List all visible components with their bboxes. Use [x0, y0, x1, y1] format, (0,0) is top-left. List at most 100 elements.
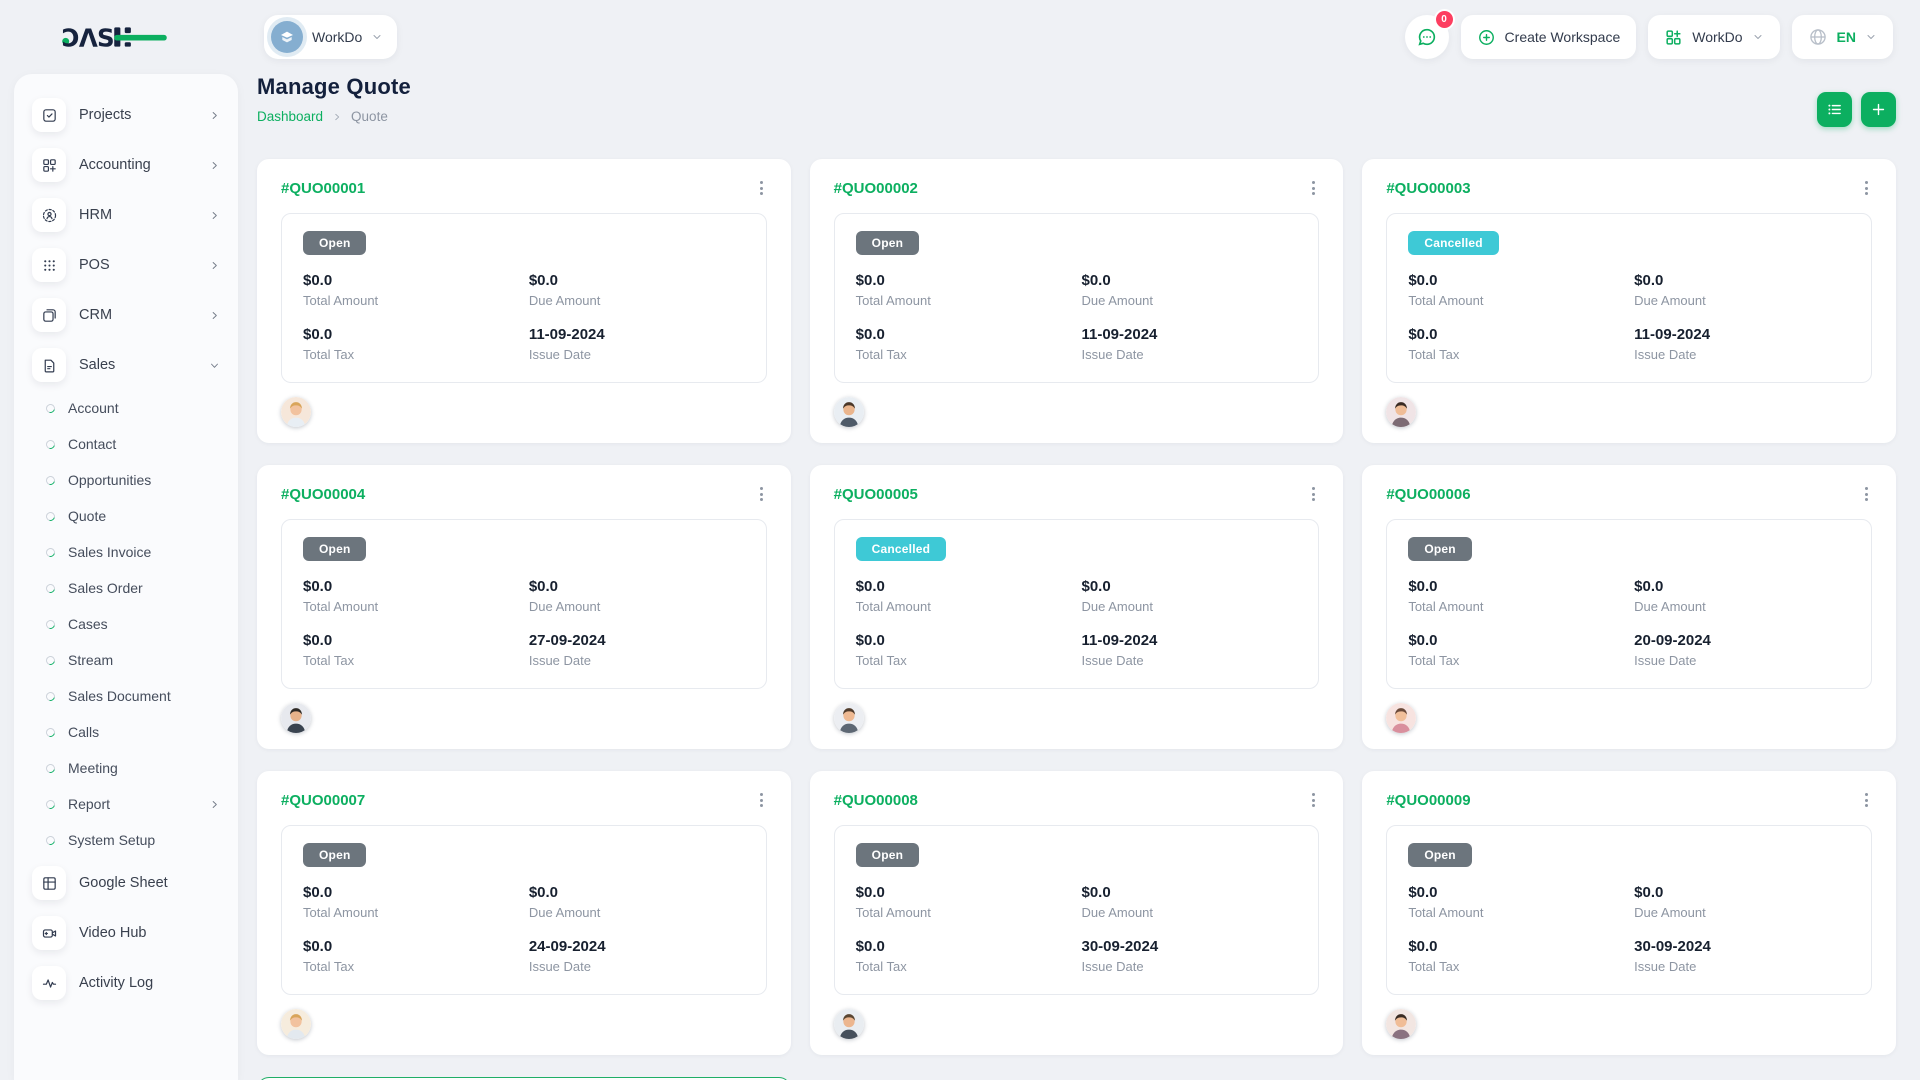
kebab-menu-icon[interactable] [1861, 483, 1872, 505]
workspace-selector[interactable]: WorkDo [264, 15, 397, 59]
sub-item-label: Meeting [68, 760, 220, 776]
sub-item-label: Sales Order [68, 580, 220, 596]
user-avatar[interactable] [834, 397, 864, 427]
module-icon [32, 966, 66, 1000]
language-code: EN [1837, 29, 1856, 45]
kebab-menu-icon[interactable] [756, 789, 767, 811]
sidebar-sub-item[interactable]: Quote [22, 498, 230, 534]
sub-item-label: System Setup [68, 832, 220, 848]
sidebar-sub-item[interactable]: Cases [22, 606, 230, 642]
user-avatar[interactable] [1386, 1009, 1416, 1039]
module-icon [32, 248, 66, 282]
sidebar-module-item[interactable]: Google Sheet [22, 858, 230, 908]
sidebar-module-item[interactable]: Activity Log [22, 958, 230, 1008]
chevron-down-icon [1865, 31, 1877, 43]
kebab-menu-icon[interactable] [756, 483, 767, 505]
kebab-menu-icon[interactable] [1308, 789, 1319, 811]
sidebar-sub-item[interactable]: Stream [22, 642, 230, 678]
sidebar-module-item[interactable]: Sales [22, 340, 230, 390]
metric-issue-date: 30-09-2024 Issue Date [1081, 938, 1297, 974]
user-avatar[interactable] [834, 1009, 864, 1039]
add-quote-button[interactable] [1861, 92, 1896, 127]
chevron-right-icon [209, 310, 220, 321]
sidebar-module-item[interactable]: HRM [22, 190, 230, 240]
metric-total-tax: $0.0 Total Tax [303, 938, 519, 974]
user-avatar[interactable] [281, 703, 311, 733]
kebab-menu-icon[interactable] [756, 177, 767, 199]
metric-issue-date: 30-09-2024 Issue Date [1634, 938, 1850, 974]
metric-due-amount: $0.0 Due Amount [529, 578, 745, 614]
quote-id-link[interactable]: #QUO00005 [834, 486, 918, 503]
sidebar-sub-item[interactable]: Sales Invoice [22, 534, 230, 570]
metric-total-tax: $0.0 Total Tax [856, 938, 1072, 974]
user-avatar[interactable] [1386, 703, 1416, 733]
language-selector[interactable]: EN [1792, 15, 1893, 59]
sub-item-label: Sales Document [68, 688, 220, 704]
kebab-menu-icon[interactable] [1308, 483, 1319, 505]
metric-total-tax: $0.0 Total Tax [1408, 326, 1624, 362]
user-avatar[interactable] [281, 1009, 311, 1039]
sidebar-module-item[interactable]: Projects [22, 90, 230, 140]
apps-menu-label: WorkDo [1692, 29, 1742, 45]
sidebar-sub-item[interactable]: Sales Order [22, 570, 230, 606]
sidebar-module-item[interactable]: CRM [22, 290, 230, 340]
quote-summary-box: Open $0.0 Total Amount $0.0 Due Amount $… [281, 213, 767, 383]
bullet-icon [44, 510, 56, 522]
list-icon [1826, 101, 1843, 118]
user-avatar[interactable] [834, 703, 864, 733]
quote-id-link[interactable]: #QUO00006 [1386, 486, 1470, 503]
list-view-button[interactable] [1817, 92, 1852, 127]
sidebar-sub-item[interactable]: Sales Document [22, 678, 230, 714]
quote-summary-box: Open $0.0 Total Amount $0.0 Due Amount $… [1386, 825, 1872, 995]
sub-item-label: Contact [68, 436, 220, 452]
kebab-menu-icon[interactable] [1861, 177, 1872, 199]
quote-id-link[interactable]: #QUO00003 [1386, 180, 1470, 197]
kebab-menu-icon[interactable] [1308, 177, 1319, 199]
sidebar-sub-item[interactable]: Calls [22, 714, 230, 750]
sidebar-sub-item[interactable]: Account [22, 390, 230, 426]
bullet-icon [44, 618, 56, 630]
metric-total-amount: $0.0 Total Amount [1408, 884, 1624, 920]
quote-summary-box: Open $0.0 Total Amount $0.0 Due Amount $… [281, 519, 767, 689]
quote-id-link[interactable]: #QUO00007 [281, 792, 365, 809]
module-label: Activity Log [79, 975, 220, 991]
metric-due-amount: $0.0 Due Amount [1081, 272, 1297, 308]
breadcrumb-dashboard-link[interactable]: Dashboard [257, 109, 323, 124]
quote-id-link[interactable]: #QUO00002 [834, 180, 918, 197]
sidebar-sub-item[interactable]: Opportunities [22, 462, 230, 498]
quote-id-link[interactable]: #QUO00009 [1386, 792, 1470, 809]
user-avatar[interactable] [281, 397, 311, 427]
chevron-right-icon [209, 260, 220, 271]
sidebar-module-item[interactable]: Accounting [22, 140, 230, 190]
sidebar-nav: Projects Accounting HRM POS CRM Sales Ac… [22, 90, 230, 1008]
quote-card: #QUO00003 Cancelled $0.0 Total Amount $0… [1362, 159, 1896, 443]
plus-icon [1870, 101, 1887, 118]
quote-grid: #QUO00001 Open $0.0 Total Amount $0.0 Du… [257, 159, 1896, 1055]
topbar: ƆΛS WorkDo 0 Create Workspace [0, 0, 1920, 64]
sidebar: Projects Accounting HRM POS CRM Sales Ac… [14, 74, 238, 1080]
sidebar-sub-item[interactable]: Meeting [22, 750, 230, 786]
status-badge: Open [303, 231, 366, 255]
create-workspace-button[interactable]: Create Workspace [1461, 15, 1637, 59]
bullet-icon [44, 762, 56, 774]
messages-badge: 0 [1436, 11, 1453, 28]
quote-card: #QUO00005 Cancelled $0.0 Total Amount $0… [810, 465, 1344, 749]
kebab-menu-icon[interactable] [1861, 789, 1872, 811]
sidebar-sub-item[interactable]: Contact [22, 426, 230, 462]
user-avatar[interactable] [1386, 397, 1416, 427]
metric-issue-date: 11-09-2024 Issue Date [1081, 326, 1297, 362]
quote-id-link[interactable]: #QUO00001 [281, 180, 365, 197]
apps-menu-button[interactable]: WorkDo [1648, 15, 1779, 59]
sidebar-sub-item[interactable]: Report [22, 786, 230, 822]
quote-id-link[interactable]: #QUO00008 [834, 792, 918, 809]
sidebar-sub-item[interactable]: System Setup [22, 822, 230, 858]
sidebar-module-item[interactable]: POS [22, 240, 230, 290]
sidebar-module-item[interactable]: Video Hub [22, 908, 230, 958]
workspace-icon [271, 21, 303, 53]
module-label: CRM [79, 307, 196, 323]
workspace-name: WorkDo [312, 29, 362, 45]
module-label: Accounting [79, 157, 196, 173]
metric-due-amount: $0.0 Due Amount [1634, 272, 1850, 308]
quote-id-link[interactable]: #QUO00004 [281, 486, 365, 503]
messages-button[interactable]: 0 [1405, 15, 1449, 59]
